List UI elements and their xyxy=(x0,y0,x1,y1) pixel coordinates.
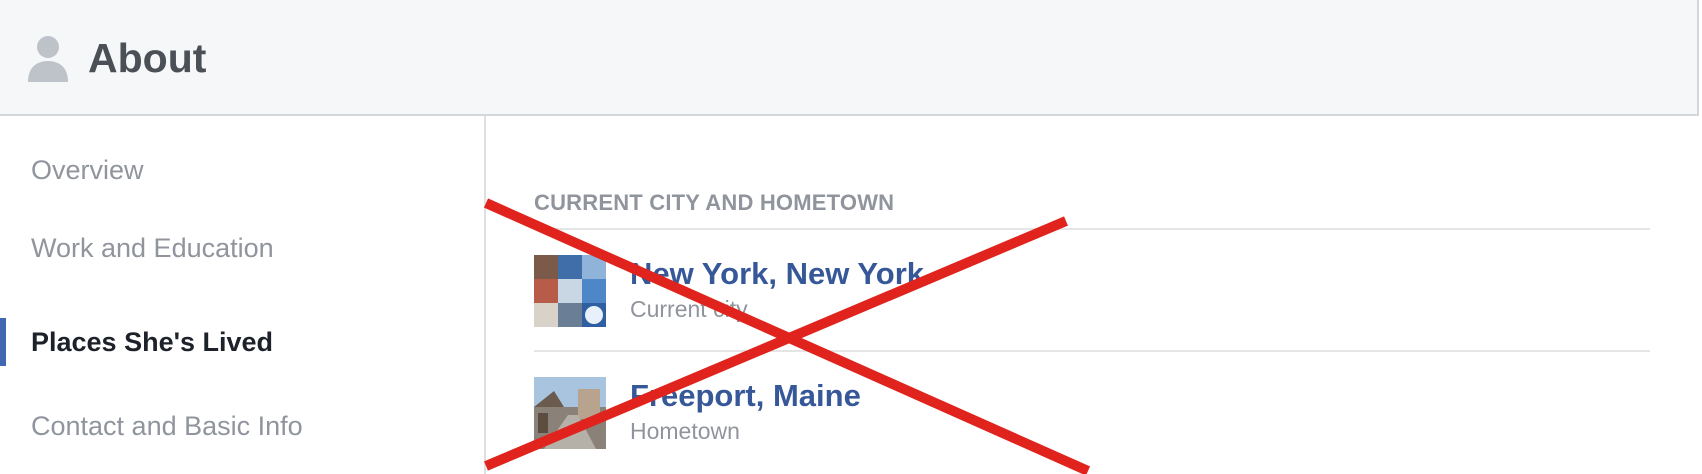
place-name-link[interactable]: New York, New York xyxy=(630,256,924,292)
about-content: CURRENT CITY AND HOMETOWN New York, New … xyxy=(486,116,1697,474)
about-header: About xyxy=(0,0,1699,116)
city-collage-thumbnail[interactable] xyxy=(534,255,606,327)
section-title: CURRENT CITY AND HOMETOWN xyxy=(534,190,895,215)
active-indicator xyxy=(0,318,6,366)
sidebar-item-overview[interactable]: Overview xyxy=(31,154,144,186)
about-sidebar: Overview Work and Education Places She's… xyxy=(0,116,486,474)
place-name-link[interactable]: Freeport, Maine xyxy=(630,378,861,414)
place-subtitle: Current city xyxy=(630,296,748,322)
person-silhouette-icon xyxy=(28,36,68,82)
sidebar-item-contact-basic-info[interactable]: Contact and Basic Info xyxy=(31,410,303,442)
page-title: About xyxy=(88,35,207,81)
sidebar-item-work-and-education[interactable]: Work and Education xyxy=(31,232,274,264)
street-photo-thumbnail[interactable] xyxy=(534,377,606,449)
divider xyxy=(534,228,1650,230)
place-subtitle: Hometown xyxy=(630,418,740,444)
divider xyxy=(534,350,1650,352)
about-page: About Overview Work and Education Places… xyxy=(0,0,1702,474)
sidebar-item-places-lived[interactable]: Places She's Lived xyxy=(31,326,273,358)
